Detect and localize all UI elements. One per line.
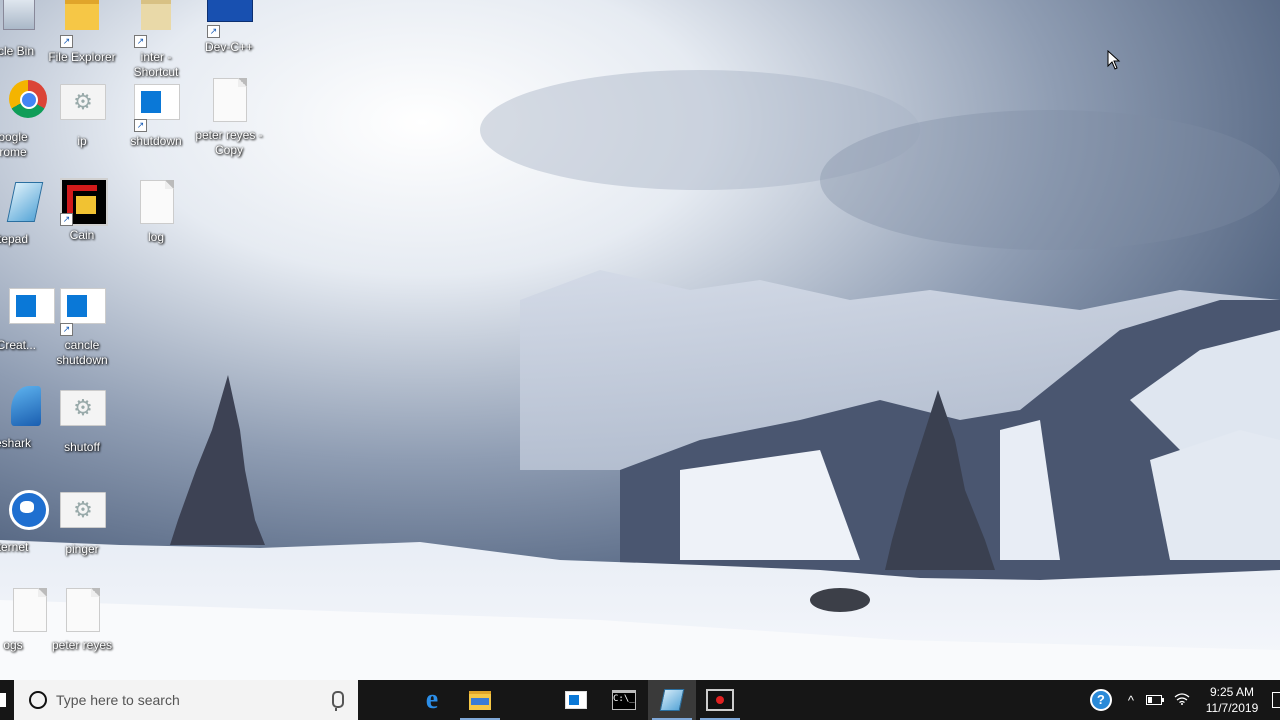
icon-label: shutoff (64, 440, 100, 454)
taskbar-file-explorer[interactable] (456, 680, 504, 720)
folder-icon: ↗ (132, 0, 180, 48)
text-file-icon (132, 180, 180, 228)
wireshark-icon (0, 386, 41, 434)
recycle-bin-icon (0, 0, 37, 42)
gear-file-icon: ⚙ (58, 492, 106, 540)
taskbar-screen-recorder[interactable] (696, 680, 744, 720)
peter-reyes-copy-file[interactable]: peter reyes - Copy (192, 76, 266, 158)
acreat-shortcut[interactable]: aCreat... (0, 280, 55, 353)
icon-label: ycle Bin (0, 44, 35, 58)
internet-icon (0, 490, 49, 538)
file-explorer-shortcut[interactable]: ↗ File Explorer (45, 0, 119, 65)
help-icon[interactable]: ? (1089, 689, 1112, 711)
notepad-icon (659, 689, 685, 711)
icon-label: Dev-C++ (204, 40, 254, 54)
command-prompt-icon: C:\_ (612, 690, 636, 710)
logs-file[interactable]: ogs (0, 586, 50, 653)
icon-label: oogle rome (0, 130, 28, 159)
taskbar-search-box[interactable]: Type here to search (14, 680, 358, 720)
window-app-icon (0, 288, 55, 336)
icon-label: peter reyes (51, 638, 113, 652)
icon-label: tepad (0, 232, 29, 246)
shortcut-arrow-icon: ↗ (60, 213, 73, 226)
text-file-icon (0, 588, 47, 636)
notepad-icon (0, 182, 44, 230)
log-file[interactable]: log (119, 178, 193, 245)
shutoff-shortcut[interactable]: ⚙ shutoff (45, 382, 119, 455)
edge-icon: e (425, 684, 439, 715)
icon-label: eshark (0, 436, 32, 450)
dev-cpp-icon: ↗ (205, 0, 253, 38)
icon-label: Cain (69, 228, 95, 242)
taskbar-clock[interactable]: 9:25 AM 11/7/2019 (1202, 684, 1262, 716)
gear-file-icon: ⚙ (58, 390, 106, 438)
ip-shortcut[interactable]: ⚙ ip (45, 76, 119, 149)
cain-shortcut[interactable]: ↗ Cain (45, 178, 119, 243)
shortcut-arrow-icon: ↗ (134, 119, 147, 132)
icon-label: File Explorer (48, 50, 116, 64)
cain-icon: ↗ (58, 178, 108, 226)
battery-icon[interactable] (1146, 695, 1164, 705)
gear-file-icon: ⚙ (58, 84, 106, 132)
cancle-shutdown-shortcut[interactable]: ↗ cancle shutdown (45, 280, 119, 368)
action-center-icon[interactable] (1272, 692, 1280, 708)
shortcut-arrow-icon: ↗ (60, 35, 73, 48)
peter-reyes-file[interactable]: peter reyes (45, 586, 119, 653)
pinger-shortcut[interactable]: ⚙ pinger (45, 484, 119, 557)
clock-date: 11/7/2019 (1205, 701, 1259, 715)
icon-label: shutdown (130, 134, 182, 148)
file-explorer-icon: ↗ (58, 0, 106, 48)
shortcut-arrow-icon: ↗ (60, 323, 73, 336)
screen-recorder-icon (706, 689, 734, 711)
shortcut-arrow-icon: ↗ (134, 35, 147, 48)
show-hidden-icons-chevron-icon[interactable]: ^ (1128, 693, 1134, 708)
cortana-icon (29, 691, 47, 709)
dev-cpp-shortcut[interactable]: ↗ Dev-C++ (192, 0, 266, 55)
start-button[interactable] (0, 680, 14, 720)
icon-label: ternet (0, 540, 29, 554)
recycle-bin-shortcut[interactable]: ycle Bin (0, 0, 50, 59)
text-file-icon (58, 588, 106, 636)
system-tray: ? ^ 9:25 AM 11/7/2019 (1089, 680, 1280, 720)
taskbar-window-app[interactable] (552, 680, 600, 720)
mouse-pointer-icon (1107, 49, 1121, 75)
icon-label: peter reyes - Copy (195, 128, 263, 157)
gear-icon: ⚙ (73, 89, 93, 114)
google-chrome-shortcut[interactable]: oogle rome (0, 76, 50, 160)
taskbar-edge[interactable]: e (408, 680, 456, 720)
wifi-icon[interactable] (1174, 692, 1190, 708)
taskbar-command-prompt[interactable]: C:\_ (600, 680, 648, 720)
gear-icon: ⚙ (73, 497, 93, 522)
window-app-icon (565, 691, 587, 709)
internet-shortcut[interactable]: ternet (0, 484, 50, 555)
wireshark-shortcut[interactable]: eshark (0, 382, 50, 451)
icon-label: pinger (65, 542, 99, 556)
inter-shortcut[interactable]: ↗ inter - Shortcut (119, 0, 193, 80)
text-file-icon (205, 78, 253, 126)
icon-label: cancle shutdown (56, 338, 108, 367)
taskbar: Type here to search e C:\_ ? ^ 9:25 AM 1… (0, 680, 1280, 720)
search-placeholder: Type here to search (56, 692, 180, 708)
microphone-icon[interactable] (332, 691, 344, 711)
icon-label: ogs (3, 638, 23, 652)
file-explorer-icon (469, 690, 491, 710)
gear-icon: ⚙ (73, 395, 93, 420)
icon-label: ip (77, 134, 87, 148)
window-app-icon: ↗ (132, 84, 180, 132)
notepad-shortcut[interactable]: tepad (0, 178, 50, 247)
shutdown-shortcut[interactable]: ↗ shutdown (119, 76, 193, 149)
taskbar-notepad[interactable] (648, 680, 696, 720)
window-app-icon: ↗ (58, 288, 106, 336)
chrome-icon (0, 80, 47, 128)
shortcut-arrow-icon: ↗ (207, 25, 220, 38)
icon-label: aCreat... (0, 338, 37, 352)
clock-time: 9:25 AM (1209, 685, 1255, 699)
icon-label: log (147, 230, 164, 244)
